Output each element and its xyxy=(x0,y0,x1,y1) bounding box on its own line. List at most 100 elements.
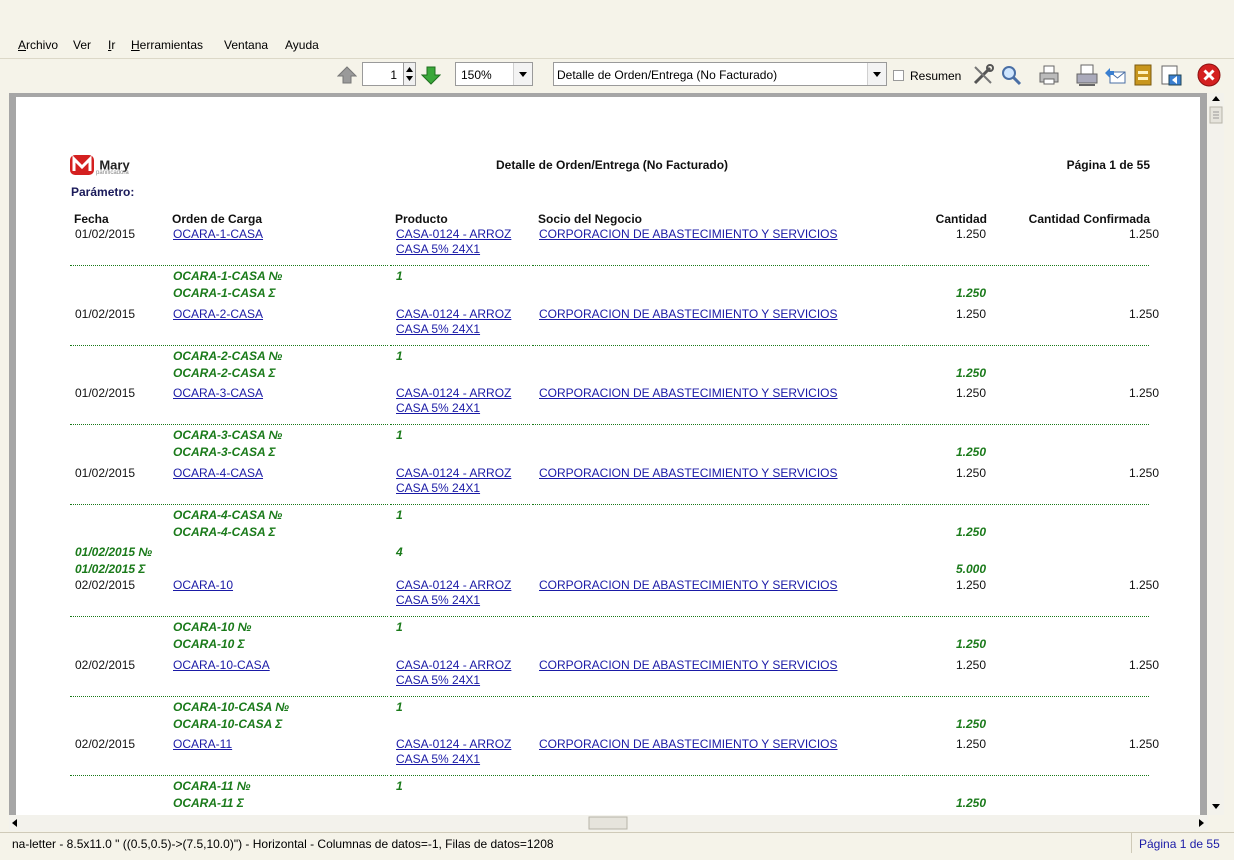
date-group-total-label: 01/02/2015 Σ xyxy=(75,562,146,576)
row-producto-link[interactable]: CASA-0124 - ARROZ CASA 5% 24X1 xyxy=(396,227,511,257)
next-page-button[interactable] xyxy=(418,62,444,88)
print-preview-button[interactable] xyxy=(1074,62,1100,88)
group-separator xyxy=(532,616,900,617)
menu-mnemonic: H xyxy=(131,38,140,52)
subtotal-total-value: 1.250 xyxy=(955,796,986,810)
menu-ir[interactable]: Ir xyxy=(108,38,115,52)
subtotal-count-label: OCARA-10-CASA № xyxy=(173,700,289,714)
subtotal-total-label: OCARA-4-CASA Σ xyxy=(173,525,276,539)
subtotal-count-label: OCARA-4-CASA № xyxy=(173,508,283,522)
row-socio-link[interactable]: CORPORACION DE ABASTECIMIENTO Y SERVICIO… xyxy=(539,578,838,592)
report-viewer-window: Archivo Ver Ir Herramientas Ventana Ayud… xyxy=(0,0,1234,860)
row-orden-link[interactable]: OCARA-3-CASA xyxy=(173,386,263,400)
date-group-count-label: 01/02/2015 № xyxy=(75,545,153,559)
producto-line-2: CASA 5% 24X1 xyxy=(396,242,481,256)
subtotal-count-value: 1 xyxy=(396,779,403,793)
row-producto-link[interactable]: CASA-0124 - ARROZ CASA 5% 24X1 xyxy=(396,658,511,688)
row-producto-link[interactable]: CASA-0124 - ARROZ CASA 5% 24X1 xyxy=(396,466,511,496)
date-group-count-value: 4 xyxy=(396,545,403,559)
find-button[interactable] xyxy=(998,62,1024,88)
row-socio-link[interactable]: CORPORACION DE ABASTECIMIENTO Y SERVICIO… xyxy=(539,658,838,672)
producto-line-2: CASA 5% 24X1 xyxy=(396,673,481,687)
logo-subtext: panificadora xyxy=(96,170,129,176)
menu-bar: Archivo Ver Ir Herramientas Ventana Ayud… xyxy=(0,34,1234,56)
column-header-cantidad: Cantidad xyxy=(935,212,987,226)
group-separator xyxy=(70,504,388,505)
row-orden-link[interactable]: OCARA-10-CASA xyxy=(173,658,270,672)
row-socio-link[interactable]: CORPORACION DE ABASTECIMIENTO Y SERVICIO… xyxy=(539,227,838,241)
send-email-button[interactable] xyxy=(1102,62,1128,88)
horizontal-scrollbar[interactable] xyxy=(9,815,1208,831)
row-orden-link[interactable]: OCARA-4-CASA xyxy=(173,466,263,480)
row-socio-link[interactable]: CORPORACION DE ABASTECIMIENTO Y SERVICIO… xyxy=(539,386,838,400)
column-header-confirmada: Cantidad Confirmada xyxy=(1028,212,1150,226)
close-button[interactable] xyxy=(1196,62,1222,88)
group-separator xyxy=(70,424,388,425)
archive-button[interactable] xyxy=(1130,62,1156,88)
page-spinner[interactable] xyxy=(403,62,416,86)
row-cantidad: 1.250 xyxy=(955,578,986,592)
row-cantidad: 1.250 xyxy=(955,466,986,480)
row-orden-link[interactable]: OCARA-1-CASA xyxy=(173,227,263,241)
summary-checkbox[interactable] xyxy=(893,70,904,81)
row-producto-link[interactable]: CASA-0124 - ARROZ CASA 5% 24X1 xyxy=(396,737,511,767)
arrow-up-icon xyxy=(337,66,357,84)
row-orden-link[interactable]: OCARA-10 xyxy=(173,578,233,592)
row-cantidad: 1.250 xyxy=(955,386,986,400)
menu-archivo[interactable]: Archivo xyxy=(18,38,58,52)
menu-label: Ventana xyxy=(224,38,269,52)
group-separator xyxy=(902,504,1149,505)
menu-herramientas[interactable]: Herramientas xyxy=(131,38,203,52)
report-select-value: Detalle de Orden/Entrega (No Facturado) xyxy=(557,68,778,82)
row-producto-link[interactable]: CASA-0124 - ARROZ CASA 5% 24X1 xyxy=(396,307,511,337)
subtotal-total-value: 1.250 xyxy=(955,445,986,459)
row-fecha: 01/02/2015 xyxy=(75,307,136,321)
subtotal-count-label: OCARA-3-CASA № xyxy=(173,428,283,442)
row-fecha: 02/02/2015 xyxy=(75,578,136,592)
subtotal-total-value: 1.250 xyxy=(955,637,986,651)
vertical-scrollbar[interactable] xyxy=(1208,93,1224,815)
group-separator xyxy=(902,424,1149,425)
row-confirmada: 1.250 xyxy=(1128,658,1159,672)
group-separator xyxy=(390,696,530,697)
status-bar: na-letter - 8.5x11.0 " ((0.5,0.5)->(7.5,… xyxy=(0,832,1234,855)
row-orden-link[interactable]: OCARA-11 xyxy=(173,737,232,751)
row-producto-link[interactable]: CASA-0124 - ARROZ CASA 5% 24X1 xyxy=(396,386,511,416)
group-separator xyxy=(70,345,388,346)
group-separator xyxy=(532,696,900,697)
tools-icon xyxy=(973,64,994,85)
row-cantidad: 1.250 xyxy=(955,307,986,321)
row-socio-link[interactable]: CORPORACION DE ABASTECIMIENTO Y SERVICIO… xyxy=(539,307,838,321)
producto-line-2: CASA 5% 24X1 xyxy=(396,481,481,495)
status-page-box: Página 1 de 55 xyxy=(1131,833,1232,853)
menu-ver[interactable]: Ver xyxy=(73,38,91,52)
arrow-down-icon xyxy=(421,66,441,85)
page-number-field[interactable]: 1 xyxy=(362,62,404,86)
row-socio-link[interactable]: CORPORACION DE ABASTECIMIENTO Y SERVICIO… xyxy=(539,466,838,480)
print-button[interactable] xyxy=(1036,62,1062,88)
export-button[interactable] xyxy=(1158,62,1184,88)
group-separator xyxy=(70,775,388,776)
report-select[interactable]: Detalle de Orden/Entrega (No Facturado) xyxy=(553,62,887,86)
subtotal-total-label: OCARA-1-CASA Σ xyxy=(173,286,276,300)
group-separator xyxy=(390,775,530,776)
zoom-select[interactable]: 150% xyxy=(455,62,533,86)
company-logo: Mary panificadora xyxy=(70,154,130,176)
subtotal-count-label: OCARA-11 № xyxy=(173,779,251,793)
row-socio-link[interactable]: CORPORACION DE ABASTECIMIENTO Y SERVICIO… xyxy=(539,737,838,751)
status-page-indicator: Página 1 de 55 xyxy=(1139,837,1220,851)
producto-line-1: CASA-0124 - ARROZ xyxy=(396,578,512,592)
menu-ventana[interactable]: Ventana xyxy=(224,38,268,52)
menu-mnemonic: A xyxy=(18,38,27,52)
customize-report-button[interactable] xyxy=(970,62,996,88)
group-separator xyxy=(390,424,530,425)
previous-page-button[interactable] xyxy=(334,62,360,88)
row-cantidad: 1.250 xyxy=(955,227,986,241)
row-producto-link[interactable]: CASA-0124 - ARROZ CASA 5% 24X1 xyxy=(396,578,511,608)
group-separator xyxy=(70,696,388,697)
producto-line-2: CASA 5% 24X1 xyxy=(396,752,481,766)
producto-line-1: CASA-0124 - ARROZ xyxy=(396,737,512,751)
report-viewport[interactable]: Mary panificadora Detalle de Orden/Entre… xyxy=(9,93,1207,815)
menu-ayuda[interactable]: Ayuda xyxy=(285,38,319,52)
row-orden-link[interactable]: OCARA-2-CASA xyxy=(173,307,263,321)
